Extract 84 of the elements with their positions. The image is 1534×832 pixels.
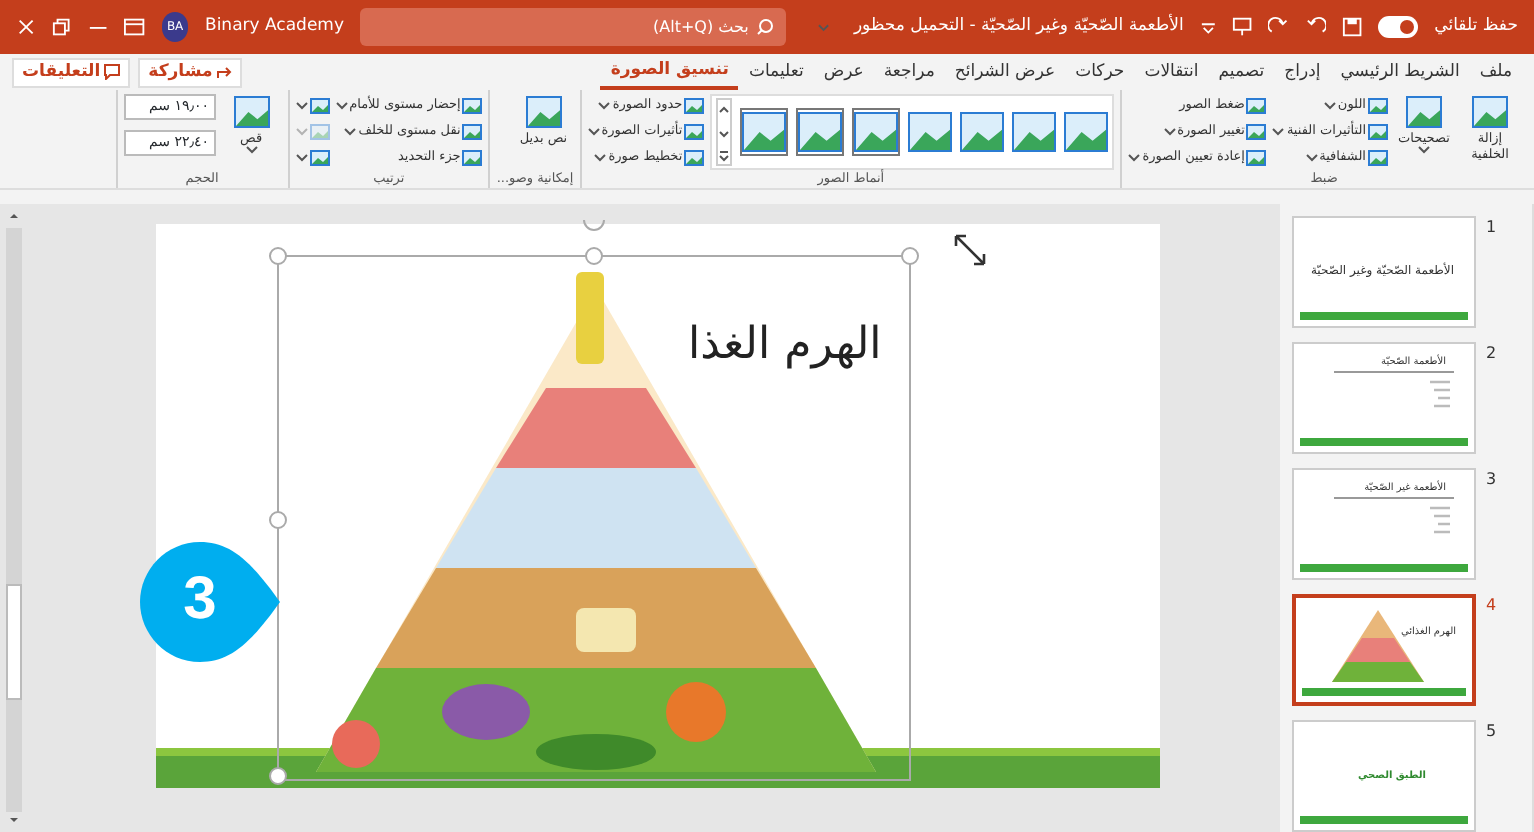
- ribbon-tab[interactable]: تصميم: [1208, 54, 1275, 90]
- autosave-toggle[interactable]: [1377, 16, 1419, 38]
- caret-icon: [1163, 128, 1176, 136]
- redo-icon: [1268, 16, 1289, 38]
- save-icon: [1341, 16, 1362, 38]
- image-icon: [309, 96, 330, 116]
- comment-icon: [104, 64, 121, 80]
- ribbon-icon-button[interactable]: [295, 146, 330, 170]
- ribbon-tab[interactable]: عرض: [813, 54, 874, 90]
- search-placeholder: بحث (Alt+Q): [653, 15, 749, 39]
- picture-style[interactable]: [960, 110, 1005, 154]
- undo-icon: [1305, 16, 1326, 38]
- share-button[interactable]: مشاركة: [138, 57, 243, 87]
- image-icon: [1368, 122, 1388, 142]
- slide-number: 4: [1486, 594, 1499, 618]
- comments-button[interactable]: التعليقات: [12, 57, 131, 87]
- ribbon-display-icon: [124, 18, 146, 36]
- ribbon-tab[interactable]: تعليمات: [738, 54, 814, 90]
- caret-icon: [295, 128, 308, 136]
- ribbon-tab[interactable]: انتقالات: [1134, 54, 1209, 90]
- caret-icon: [1128, 154, 1141, 162]
- ribbon-tab[interactable]: الشريط الرئيسي: [1330, 54, 1470, 90]
- image-icon: [684, 122, 705, 142]
- caret-icon: [295, 154, 308, 162]
- ribbon-tab[interactable]: عرض الشرائح: [944, 54, 1066, 90]
- image-icon: [309, 148, 330, 168]
- slide-number: 5: [1486, 720, 1499, 744]
- picture-style[interactable]: [852, 108, 901, 156]
- slide-number: 3: [1486, 468, 1499, 492]
- image-icon: [1368, 148, 1388, 168]
- caret-icon: [295, 102, 308, 110]
- caret-icon: [587, 128, 600, 136]
- picture-style[interactable]: [1064, 110, 1109, 154]
- caret-icon: [1323, 102, 1336, 110]
- user-name: Binary Academy: [204, 14, 344, 40]
- ribbon-tab[interactable]: إدراج: [1274, 54, 1331, 90]
- caret-icon: [594, 154, 607, 162]
- close-icon: [16, 18, 37, 36]
- image-icon: [1246, 122, 1267, 142]
- image-icon: [309, 122, 330, 142]
- picture-style[interactable]: [908, 110, 953, 154]
- document-title: الأطعمة الصّحيّة وغير الصّحيّة - التحميل محظور: [853, 14, 1184, 40]
- present-icon: [1232, 16, 1253, 38]
- autosave-label: حفظ تلقائي: [1434, 14, 1518, 40]
- caret-icon: [818, 23, 830, 31]
- image-icon: [233, 94, 270, 130]
- image-icon: [684, 96, 705, 116]
- caret-icon: [245, 146, 258, 154]
- picture-style[interactable]: [740, 108, 789, 156]
- image-icon: [525, 94, 562, 130]
- slide-number: 1: [1486, 216, 1499, 240]
- image-icon: [462, 96, 483, 116]
- scrollbar-thumb[interactable]: [6, 584, 22, 700]
- caret-icon: [598, 102, 611, 110]
- ribbon-icon-button[interactable]: [295, 94, 330, 118]
- image-icon: [1246, 148, 1267, 168]
- caret-icon: [1272, 128, 1285, 136]
- caret-icon: [1418, 146, 1430, 154]
- picture-style[interactable]: [796, 108, 845, 156]
- vertical-scrollbar[interactable]: [0, 204, 28, 832]
- image-icon: [462, 122, 483, 142]
- ribbon-tab[interactable]: ملف: [1469, 54, 1522, 90]
- caret-icon: [344, 128, 357, 136]
- image-icon: [684, 148, 705, 168]
- resize-cursor-icon: [952, 232, 988, 268]
- ribbon-tab[interactable]: حركات: [1065, 54, 1135, 90]
- pyramid-thumbnail-drawing: [1328, 606, 1428, 686]
- caret-icon: [1305, 154, 1318, 162]
- picture-style[interactable]: [1012, 110, 1057, 154]
- caret-icon: [335, 102, 348, 110]
- customize-icon: [1199, 18, 1217, 36]
- scroll-up-icon: [6, 208, 22, 224]
- restore-icon: [52, 18, 73, 36]
- image-icon: [1246, 96, 1267, 116]
- image-icon: [1472, 94, 1508, 130]
- image-icon: [1368, 96, 1388, 116]
- share-icon: [216, 64, 233, 80]
- search-icon: [756, 18, 775, 36]
- image-icon: [1406, 94, 1442, 130]
- ribbon-tab[interactable]: مراجعة: [873, 54, 945, 90]
- image-icon: [462, 148, 483, 168]
- slide-title: الهرم الغذا: [688, 318, 882, 374]
- slide-number: 2: [1486, 342, 1499, 366]
- step-callout: 3: [140, 540, 280, 664]
